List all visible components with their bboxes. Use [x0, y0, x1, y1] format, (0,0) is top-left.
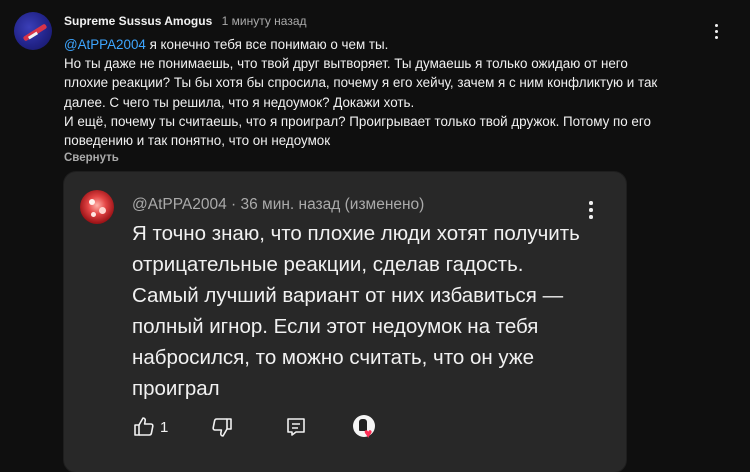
- comment-timestamp[interactable]: 1 минуту назад: [222, 14, 307, 28]
- dislike-button[interactable]: [210, 415, 234, 439]
- comment-line: далее. С чего ты решила, что я недоумок?…: [64, 94, 415, 110]
- quoted-line: отрицательные реакции, сделав гадость.: [132, 253, 524, 276]
- quoted-line: набросился, то можно считать, что он уже: [132, 346, 534, 369]
- thumb-up-icon: [134, 417, 154, 436]
- like-button[interactable]: [132, 415, 156, 439]
- comment-line: Но ты даже не понимаешь, что твой друг в…: [64, 56, 628, 72]
- comment-line: И ещё, почему ты считаешь, что я проигра…: [64, 113, 651, 129]
- reply-icon: [287, 418, 305, 436]
- comment-header: Supreme Sussus Amogus 1 минуту назад: [64, 14, 307, 28]
- like-count: 1: [160, 419, 169, 436]
- quoted-comment-body: Я точно знаю, что плохие люди хотят полу…: [132, 218, 602, 404]
- comment-author[interactable]: Supreme Sussus Amogus: [64, 14, 212, 28]
- quoted-author-avatar[interactable]: [80, 190, 114, 224]
- quoted-line: проиграл: [132, 377, 220, 400]
- quoted-comment-header: @AtPPA2004 · 36 мин. назад (изменено): [132, 196, 425, 213]
- quoted-comment-card: @AtPPA2004 · 36 мин. назад (изменено) Я …: [64, 172, 626, 472]
- thumb-down-icon: [212, 418, 232, 437]
- quoted-line: полный игнор. Если этот недоумок на тебя: [132, 315, 539, 338]
- comment-line: @AtPPA2004 я конечно тебя все понимаю о …: [64, 37, 389, 52]
- creator-heart-icon: ♥: [353, 415, 379, 441]
- reply-button[interactable]: [284, 415, 308, 439]
- collapse-button[interactable]: Свернуть: [64, 152, 119, 164]
- comment-body: @AtPPA2004 я конечно тебя все понимаю о …: [64, 35, 704, 150]
- mention-link[interactable]: @AtPPA2004: [64, 37, 146, 52]
- quoted-line: Самый лучший вариант от них избавиться —: [132, 284, 564, 307]
- author-avatar[interactable]: [14, 12, 52, 50]
- more-vert-icon[interactable]: [711, 24, 721, 42]
- quoted-line: Я точно знаю, что плохие люди хотят полу…: [132, 222, 580, 245]
- comment-line: плохие реакции? Ты бы хотя бы спросила, …: [64, 75, 658, 91]
- comment-line: поведению и так понятно, что он недоумок: [64, 133, 331, 149]
- comment-thread: Supreme Sussus Amogus 1 минуту назад @At…: [0, 0, 750, 472]
